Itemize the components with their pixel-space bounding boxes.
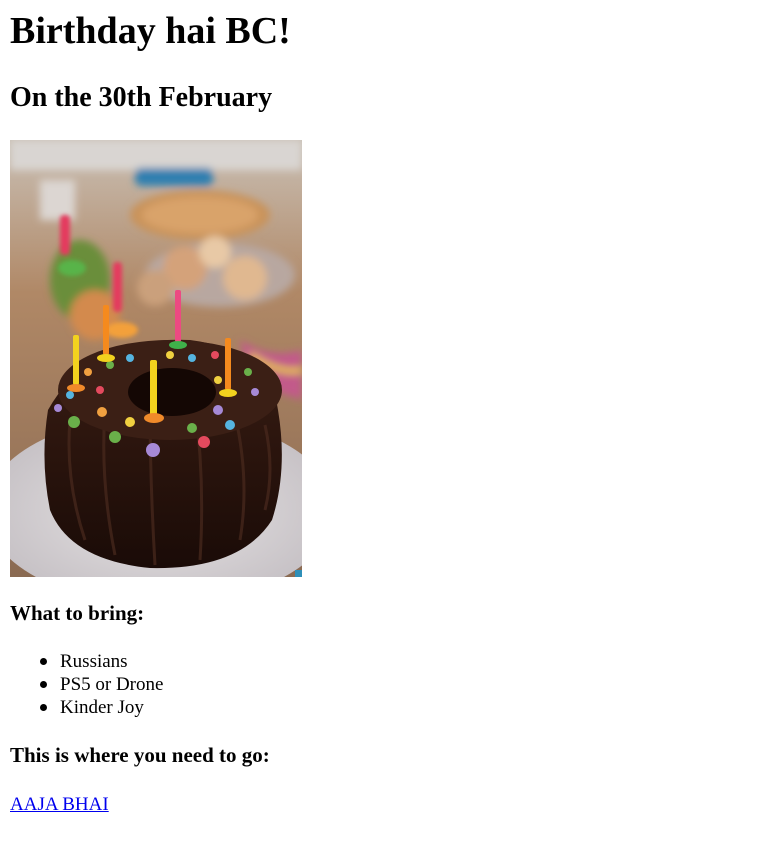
- birthday-cake-image: [10, 140, 302, 577]
- list-item-label: PS5 or Drone: [60, 674, 164, 695]
- list-item: Kinder Joy: [40, 696, 163, 719]
- list-item: PS5 or Drone: [40, 673, 164, 696]
- bring-list: Russians PS5 or Drone Kinder Joy: [10, 650, 163, 719]
- date-heading: On the 30th February: [10, 82, 273, 113]
- list-item-label: Kinder Joy: [60, 697, 144, 718]
- bullet-icon: [40, 681, 47, 688]
- list-item-label: Russians: [60, 651, 128, 672]
- bullet-icon: [40, 704, 47, 711]
- what-to-bring-heading: What to bring:: [10, 601, 145, 625]
- page-title: Birthday hai BC!: [10, 10, 291, 52]
- directions-link[interactable]: AAJA BHAI: [10, 793, 109, 817]
- directions-heading: This is where you need to go:: [10, 743, 270, 767]
- list-item: Russians: [40, 650, 163, 673]
- bullet-icon: [40, 658, 47, 665]
